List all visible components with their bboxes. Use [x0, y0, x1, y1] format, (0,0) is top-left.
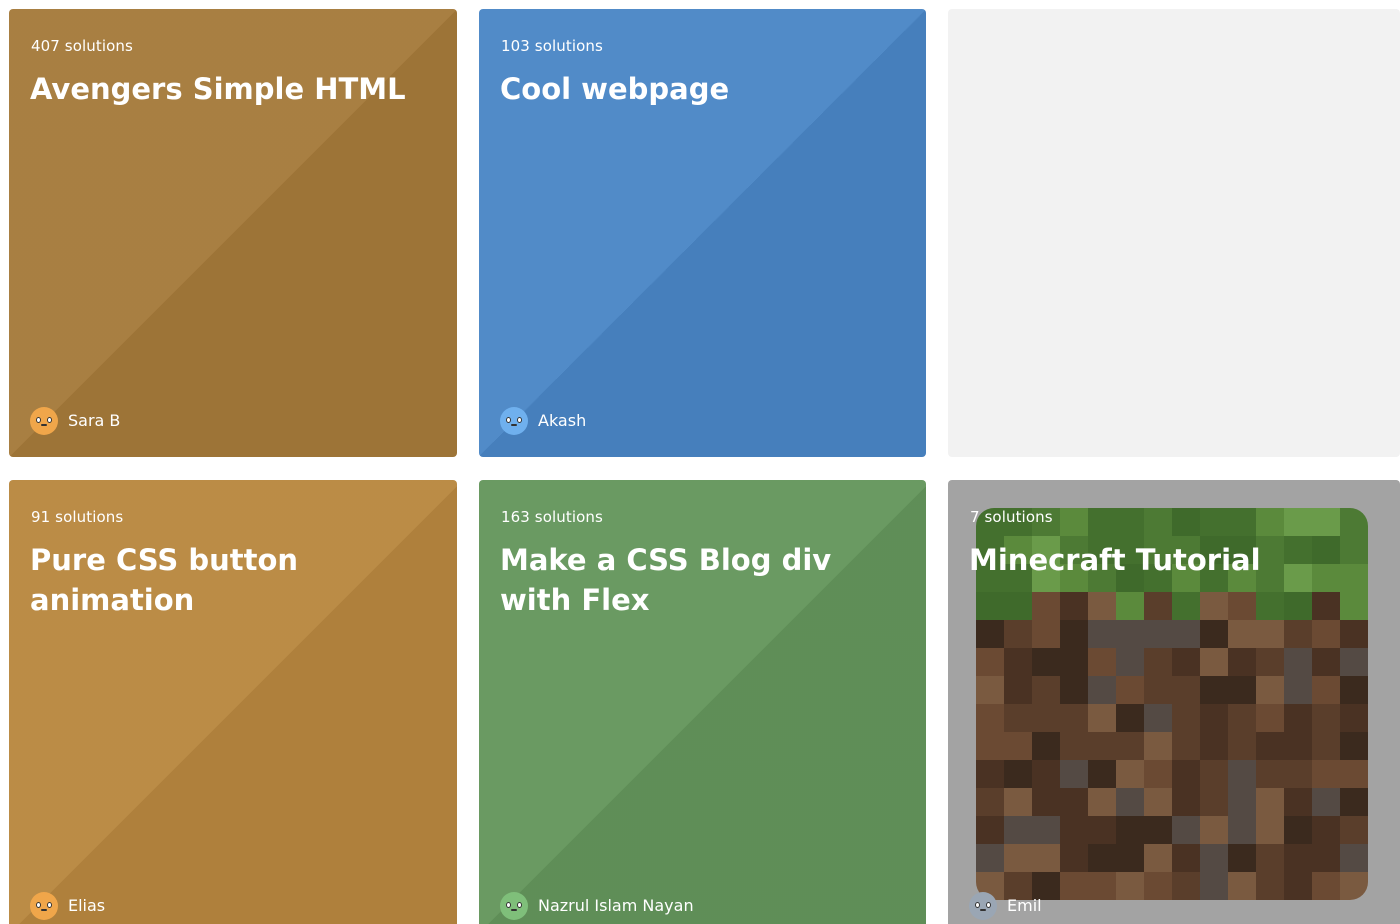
smiley-avatar-icon	[969, 892, 997, 920]
solutions-count: 407 solutions	[31, 37, 133, 55]
challenge-grid: 407 solutions Avengers Simple HTML Sara …	[0, 0, 1400, 924]
smiley-avatar-icon	[30, 892, 58, 920]
challenge-card-css-blog-flex[interactable]: 163 solutions Make a CSS Blog div with F…	[479, 480, 926, 924]
challenge-card-avengers[interactable]: 407 solutions Avengers Simple HTML Sara …	[9, 9, 457, 457]
author-name: Nazrul Islam Nayan	[538, 896, 694, 915]
author[interactable]: Emil	[969, 892, 1042, 920]
author[interactable]: Nazrul Islam Nayan	[500, 892, 694, 920]
challenge-card-cool-webpage[interactable]: 103 solutions Cool webpage Akash	[479, 9, 926, 457]
solutions-count: 103 solutions	[501, 37, 603, 55]
author[interactable]: Sara B	[30, 407, 120, 435]
challenge-card-minecraft[interactable]: 7 solutions Minecraft Tutorial Emil	[948, 480, 1400, 924]
card-placeholder	[948, 9, 1400, 457]
challenge-title[interactable]: Make a CSS Blog div with Flex	[500, 540, 900, 620]
solutions-count: 7 solutions	[970, 508, 1053, 526]
challenge-title[interactable]: Cool webpage	[500, 69, 900, 109]
solutions-count: 163 solutions	[501, 508, 603, 526]
author-name: Emil	[1007, 896, 1042, 915]
smiley-avatar-icon	[500, 892, 528, 920]
challenge-title[interactable]: Minecraft Tutorial	[969, 540, 1369, 580]
challenge-title[interactable]: Avengers Simple HTML	[30, 69, 430, 109]
author-name: Elias	[68, 896, 106, 915]
smiley-avatar-icon	[500, 407, 528, 435]
author-name: Sara B	[68, 411, 121, 430]
author[interactable]: Akash	[500, 407, 586, 435]
author[interactable]: Elias	[30, 892, 105, 920]
author-name: Akash	[538, 411, 587, 430]
smiley-avatar-icon	[30, 407, 58, 435]
challenge-title[interactable]: Pure CSS button animation	[30, 540, 430, 620]
solutions-count: 91 solutions	[31, 508, 124, 526]
challenge-card-pure-css-button[interactable]: 91 solutions Pure CSS button animation E…	[9, 480, 457, 924]
